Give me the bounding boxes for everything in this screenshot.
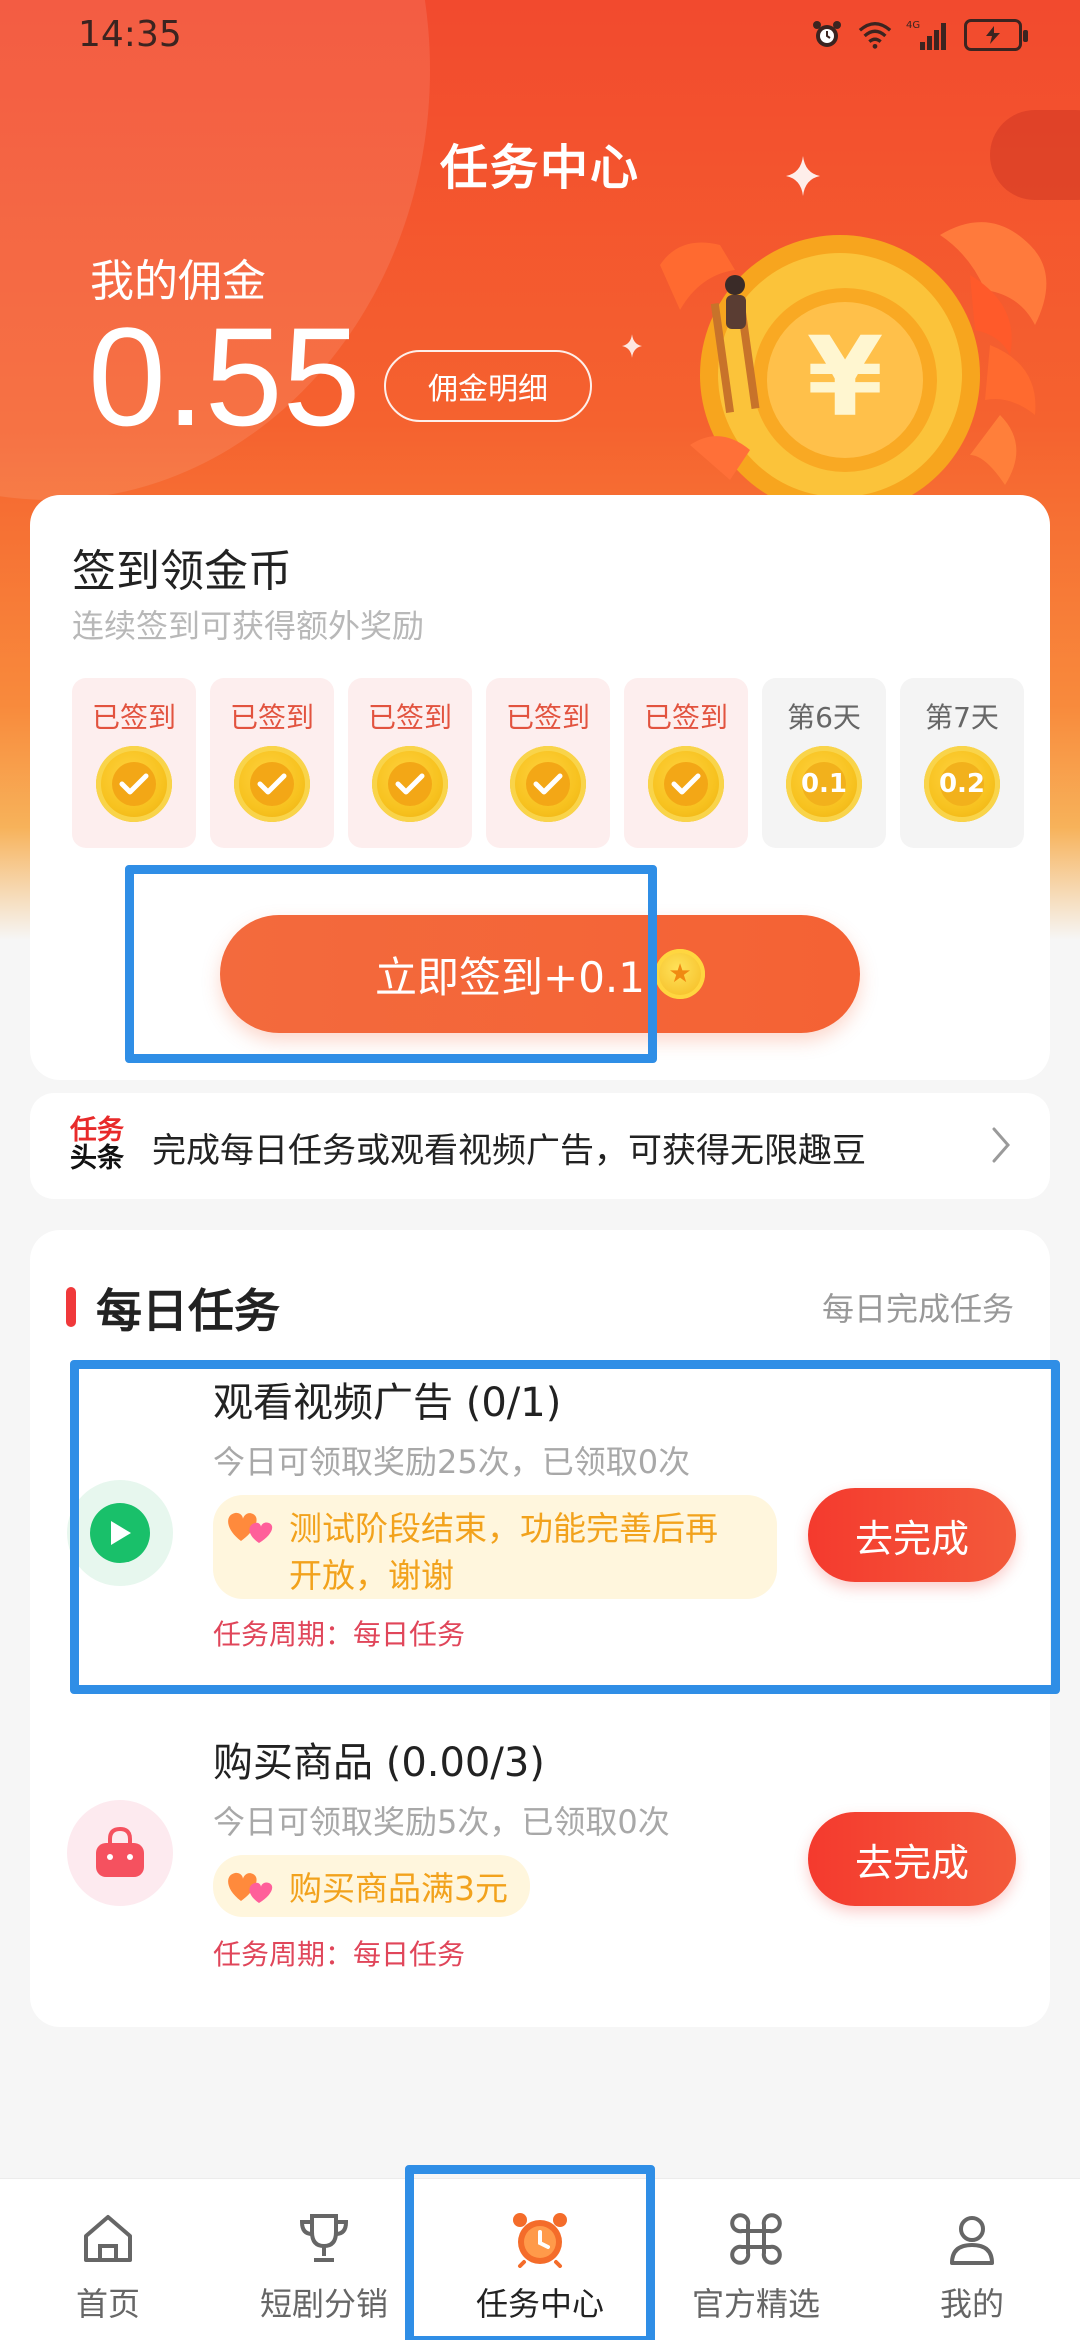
- sparkle-decoration: [786, 156, 820, 200]
- battery-charging-icon: [964, 19, 1028, 51]
- command-icon: [726, 2209, 786, 2269]
- task-item-buy-goods: 购买商品 (0.00/3) 今日可领取奖励5次，已领取0次 购买商品满3元 任务…: [30, 1730, 1050, 2000]
- trophy-icon: [294, 2209, 354, 2269]
- coin-check-icon: [234, 746, 310, 822]
- sparkle-decoration: [622, 334, 642, 362]
- signin-day-5: 已签到: [624, 678, 748, 848]
- signin-card: 签到领金币 连续签到可获得额外奖励 已签到 已签到 已签到 已签到 已签到 第6…: [30, 495, 1050, 1080]
- nav-label: 首页: [75, 2285, 140, 2323]
- wifi-icon: [858, 18, 892, 52]
- signal-icon: 4G: [906, 18, 950, 52]
- signin-day-6: 第6天 0.1: [762, 678, 886, 848]
- daily-tasks-card: 每日任务 每日完成任务 观看视频广告 (0/1) 今日可领取奖励25次，已领取0…: [30, 1230, 1060, 2027]
- svg-text:¥: ¥: [807, 313, 884, 441]
- day-label: 已签到: [643, 701, 728, 734]
- status-icons: 4G: [810, 18, 1028, 52]
- nav-item-official-picks[interactable]: 官方精选: [648, 2179, 864, 2340]
- headline-text: 完成每日任务或观看视频广告，可获得无限趣豆: [152, 1131, 866, 1171]
- signin-day-4: 已签到: [486, 678, 610, 848]
- status-time: 14:35: [78, 14, 182, 55]
- daily-tasks-subtitle: 每日完成任务: [821, 1290, 1014, 1328]
- shopping-bag-icon: [67, 1800, 173, 1906]
- coin-reward-value: 0.2: [938, 769, 986, 799]
- day-label: 已签到: [229, 701, 314, 734]
- coin-check-icon: [648, 746, 724, 822]
- nav-label: 官方精选: [691, 2285, 820, 2323]
- highlight-frame: [405, 2165, 655, 2340]
- coin-check-icon: [96, 746, 172, 822]
- coin-reward-value: 0.1: [800, 769, 848, 799]
- day-label: 第7天: [925, 701, 999, 734]
- signin-days: 已签到 已签到 已签到 已签到 已签到 第6天 0.1 第7天 0.2: [72, 678, 1024, 848]
- day-label: 已签到: [505, 701, 590, 734]
- logo-line2: 头条: [70, 1143, 124, 1174]
- page-title: 任务中心: [439, 140, 640, 196]
- hearts-icon: [223, 1865, 279, 1905]
- coin-check-icon: [372, 746, 448, 822]
- coin-icon: 0.1: [786, 746, 862, 822]
- commission-value: 0.55: [88, 298, 361, 455]
- user-icon: [942, 2209, 1002, 2269]
- nav-item-drama-distribution[interactable]: 短剧分销: [216, 2179, 432, 2340]
- coin-check-icon: [510, 746, 586, 822]
- coin-illustration: ¥: [640, 215, 1060, 515]
- task-headline-logo: 任务 头条: [62, 1117, 132, 1173]
- signin-day-7: 第7天 0.2: [900, 678, 1024, 848]
- task-notice-text: 购买商品满3元: [289, 1869, 508, 1908]
- task-period: 任务周期：每日任务: [213, 1938, 466, 1971]
- highlight-frame: [125, 865, 657, 1063]
- daily-tasks-title: 每日任务: [96, 1284, 280, 1338]
- signin-day-2: 已签到: [210, 678, 334, 848]
- commission-detail-button[interactable]: 佣金明细: [384, 350, 592, 422]
- signin-day-1: 已签到: [72, 678, 196, 848]
- task-headline-bar[interactable]: 任务 头条 完成每日任务或观看视频广告，可获得无限趣豆: [30, 1093, 1050, 1199]
- status-bar: 14:35 4G: [0, 0, 1080, 80]
- section-accent-bar: [66, 1287, 76, 1327]
- logo-line1: 任务: [70, 1115, 124, 1146]
- home-icon: [78, 2209, 138, 2269]
- day-label: 已签到: [91, 701, 176, 734]
- highlight-frame: [70, 1360, 1060, 1694]
- coin-icon: 0.2: [924, 746, 1000, 822]
- task-description: 今日可领取奖励5次，已领取0次: [213, 1803, 670, 1841]
- network-type: 4G: [906, 20, 920, 31]
- signin-day-3: 已签到: [348, 678, 472, 848]
- day-label: 已签到: [367, 701, 452, 734]
- nav-item-mine[interactable]: 我的: [864, 2179, 1080, 2340]
- nav-label: 短剧分销: [259, 2285, 388, 2323]
- signin-title: 签到领金币: [72, 546, 292, 597]
- go-complete-button[interactable]: 去完成: [808, 1812, 1016, 1906]
- task-name: 购买商品 (0.00/3): [213, 1740, 545, 1786]
- task-notice: 购买商品满3元: [213, 1855, 530, 1917]
- chevron-right-icon: [990, 1125, 1012, 1169]
- star-coin-icon: ★: [655, 949, 705, 999]
- nav-item-home[interactable]: 首页: [0, 2179, 216, 2340]
- signin-subtitle: 连续签到可获得额外奖励: [72, 607, 425, 645]
- alarm-icon: [810, 18, 844, 52]
- nav-label: 我的: [939, 2285, 1004, 2323]
- day-label: 第6天: [787, 701, 861, 734]
